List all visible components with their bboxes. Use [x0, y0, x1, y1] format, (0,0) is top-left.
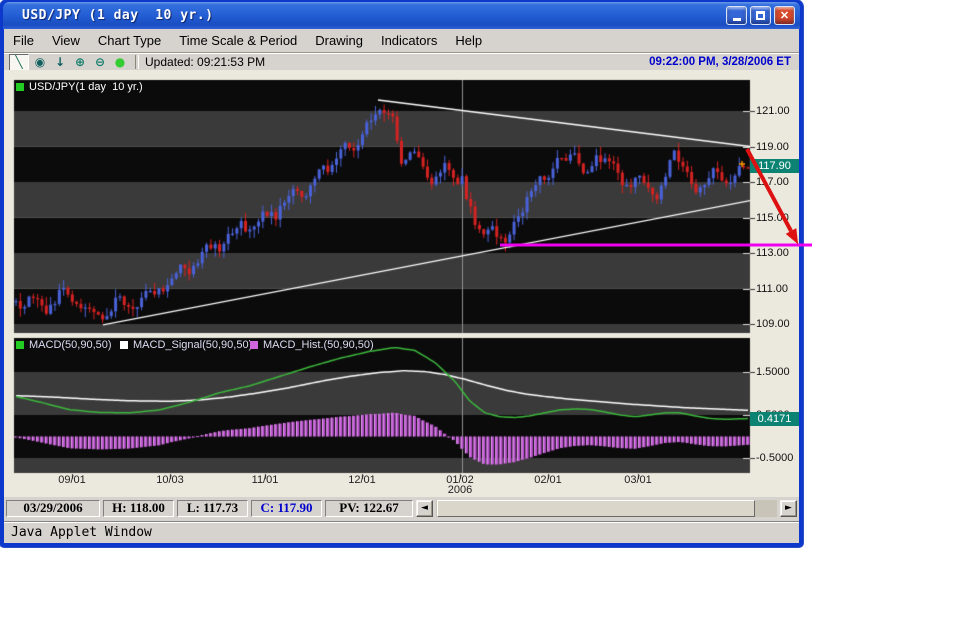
macd-legend-item-0: MACD(50,90,50): [16, 339, 112, 351]
client-area: File View Chart Type Time Scale & Period Dra…: [4, 29, 799, 543]
macd-legend-swatch-icon: [120, 341, 128, 349]
price-axis-label: 117.00: [756, 176, 789, 188]
menu-bar: File View Chart Type Time Scale & Period Dra…: [4, 30, 799, 51]
status-bar: Java Applet Window: [4, 521, 799, 543]
macd-legend-label: MACD_Signal(50,90,50): [133, 339, 253, 351]
price-axis-label: 121.00: [756, 105, 790, 117]
x-axis-label: 03/01: [624, 474, 652, 486]
macd-legend-swatch-icon: [16, 341, 24, 349]
quote-cell-4: PV: 122.67: [325, 499, 413, 517]
server-clock: 09:22:00 PM, 3/28/2006 ET: [649, 56, 791, 68]
toolbar-tools: ╲ ◉ ↓ ⊕ ⊖ ●: [8, 53, 130, 71]
zoom-out-tool-icon[interactable]: ⊖: [91, 55, 109, 70]
zoom-in-tool-icon[interactable]: ⊕: [71, 55, 89, 70]
maximize-button[interactable]: [750, 6, 771, 25]
menu-item-drawing[interactable]: Drawing: [306, 31, 372, 50]
price-axis-label: 113.00: [756, 247, 789, 259]
chart-canvas[interactable]: [4, 70, 799, 497]
trendline-tool-icon[interactable]: ╲: [9, 53, 29, 71]
price-legend: USD/JPY(1 day 10 yr.): [16, 81, 143, 93]
title-bar[interactable]: USD/JPY (1 day 10 yr.) ✕: [3, 2, 800, 29]
last-price-badge: 117.90: [750, 159, 799, 174]
x-axis-label: 11/01: [251, 474, 279, 486]
status-text: Java Applet Window: [11, 525, 152, 540]
macd-legend-swatch-icon: [250, 341, 258, 349]
quote-bar: 03/29/2006 H: 118.00 L: 117.73 C: 117.90 PV:…: [4, 497, 799, 519]
menu-item-file[interactable]: File: [4, 31, 43, 50]
scrollbar-track[interactable]: [436, 499, 777, 517]
chart-area: USD/JPY(1 day 10 yr.) 117.90 0.4171 121.…: [4, 70, 799, 497]
menu-item-indicators[interactable]: Indicators: [372, 31, 446, 50]
minimize-button-glyph-icon: [732, 18, 741, 21]
x-axis-label: 10/03: [156, 474, 184, 486]
scroll-left-button[interactable]: ◄: [416, 499, 433, 517]
price-legend-swatch-icon: [16, 83, 24, 91]
window-controls: ✕: [726, 6, 795, 25]
menu-item-chart-type[interactable]: Chart Type: [89, 31, 170, 50]
updated-timestamp: Updated: 09:21:53 PM: [145, 55, 266, 69]
price-axis-label: 115.00: [756, 211, 789, 224]
menu-item-time-scale-period[interactable]: Time Scale & Period: [170, 31, 306, 50]
macd-legend-label: MACD_Hist.(50,90,50): [263, 339, 374, 351]
crosshair-tool-icon[interactable]: ◉: [31, 55, 49, 70]
x-axis-label: 12/01: [348, 474, 376, 486]
close-button[interactable]: ✕: [774, 6, 795, 25]
toolbar: ╲ ◉ ↓ ⊕ ⊖ ● Updated: 09:21:53 PM 09:22:00 PM,…: [4, 52, 799, 71]
macd-axis-label: 1.5000: [756, 366, 790, 378]
macd-legend-label: MACD(50,90,50): [29, 339, 112, 351]
status-light-icon[interactable]: ●: [111, 55, 129, 70]
quote-cell-3: C: 117.90: [251, 499, 322, 517]
x-axis-year-label: 2006: [447, 484, 473, 496]
macd-value-badge: 0.4171: [750, 411, 799, 426]
quote-cell-2: L: 117.73: [177, 499, 248, 517]
window-title: USD/JPY (1 day 10 yr.): [22, 8, 214, 23]
maximize-button-glyph-icon: [756, 11, 765, 20]
menu-item-view[interactable]: View: [43, 31, 89, 50]
chart-window: USD/JPY (1 day 10 yr.) ✕ File View Chart T…: [0, 0, 803, 547]
price-axis-label: 119.00: [756, 140, 789, 153]
minimize-button[interactable]: [726, 6, 747, 25]
scroll-right-button[interactable]: ►: [780, 499, 797, 517]
menu-item-help[interactable]: Help: [446, 31, 491, 50]
macd-axis-label: -0.5000: [756, 452, 794, 464]
price-axis-label: 111.00: [756, 282, 789, 295]
macd-legend-item-2: MACD_Hist.(50,90,50): [250, 339, 374, 351]
x-axis-label: 02/01: [534, 474, 562, 486]
x-axis-label: 09/01: [58, 474, 86, 486]
quote-cell-0: 03/29/2006: [6, 499, 100, 517]
scrollbar-thumb[interactable]: [437, 499, 755, 517]
price-legend-label: USD/JPY(1 day 10 yr.): [29, 81, 143, 93]
arrow-down-tool-icon[interactable]: ↓: [51, 55, 69, 70]
price-axis-label: 109.00: [756, 318, 790, 330]
macd-legend-item-1: MACD_Signal(50,90,50): [120, 339, 252, 351]
toolbar-separator: [135, 55, 139, 69]
quote-cell-1: H: 118.00: [103, 499, 174, 517]
